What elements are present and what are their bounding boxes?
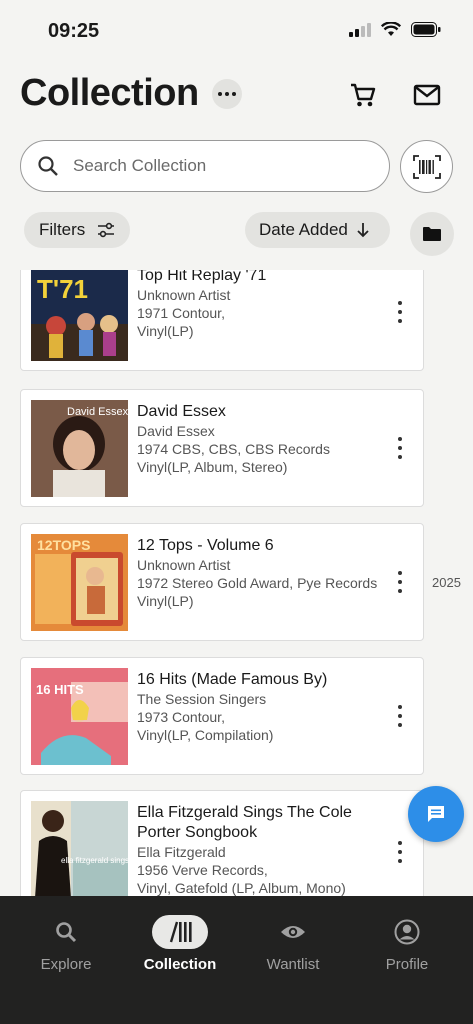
svg-text:12TOPS: 12TOPS [37, 537, 90, 553]
svg-text:T'71: T'71 [37, 274, 88, 304]
more-options-button[interactable] [212, 79, 242, 109]
cart-button[interactable] [346, 78, 380, 112]
album-cover[interactable]: David Essex [31, 400, 128, 497]
page-title: Collection [20, 72, 199, 114]
record-title: 12 Tops - Volume 6 [137, 537, 274, 554]
record-info: Top Hit Replay '71 Unknown Artist 1971 C… [137, 270, 391, 340]
status-icons [349, 22, 441, 37]
barcode-scan-button[interactable] [400, 140, 453, 193]
svg-text:David Essex: David Essex [67, 406, 128, 418]
chat-button[interactable] [408, 786, 464, 842]
record-menu-button[interactable] [393, 435, 407, 461]
filters-button[interactable]: Filters [24, 212, 130, 248]
battery-icon [411, 22, 441, 37]
search-icon [56, 922, 77, 943]
bottom-tab-bar: Explore Collection Wantlist Profile [0, 896, 473, 1024]
year-scroll-label: 2025 [432, 575, 461, 590]
sort-label: Date Added [259, 220, 348, 239]
arrow-down-icon [357, 223, 369, 238]
record-card[interactable]: T'71 Top Hit Replay '71 Unknown Artist 1… [20, 270, 424, 371]
record-artist: Unknown Artist [137, 287, 231, 303]
status-bar: 09:25 [0, 0, 473, 60]
record-menu-button[interactable] [393, 299, 407, 325]
search-icon [38, 156, 58, 176]
signal-icon [349, 22, 371, 37]
tab-wantlist[interactable]: Wantlist [238, 914, 348, 973]
tab-label: Collection [143, 956, 217, 973]
tab-collection[interactable]: Collection [125, 914, 235, 973]
record-info: 12 Tops - Volume 6 Unknown Artist 1972 S… [137, 536, 391, 610]
record-release: 1974 CBS, CBS, CBS Records [137, 441, 330, 457]
record-format: Vinyl(LP) [137, 323, 194, 339]
sort-button[interactable]: Date Added [245, 212, 390, 248]
record-format: Vinyl, Gatefold (LP, Album, Mono) [137, 880, 346, 896]
svg-text:ella fitzgerald sings: ella fitzgerald sings [61, 856, 128, 865]
search-input[interactable] [73, 151, 373, 181]
album-cover[interactable]: T'71 [31, 270, 128, 361]
collection-icon [169, 921, 192, 943]
cart-icon [351, 83, 376, 107]
filters-label: Filters [39, 220, 86, 239]
profile-icon [394, 919, 420, 945]
sliders-icon [98, 222, 115, 238]
record-card[interactable]: 16 HITS 16 Hits (Made Famous By) The Ses… [20, 657, 424, 775]
folder-icon [423, 227, 441, 241]
messages-button[interactable] [410, 78, 444, 112]
record-menu-button[interactable] [393, 569, 407, 595]
folder-button[interactable] [410, 212, 454, 256]
tab-label: Profile [385, 956, 429, 973]
record-title: Ella Fitzgerald Sings The Cole Porter So… [137, 804, 352, 841]
collection-list[interactable]: T'71 Top Hit Replay '71 Unknown Artist 1… [0, 270, 473, 896]
record-format: Vinyl(LP) [137, 593, 194, 609]
record-artist: Ella Fitzgerald [137, 844, 226, 860]
album-cover[interactable]: 16 HITS [31, 668, 128, 765]
tab-profile[interactable]: Profile [352, 914, 462, 973]
tab-explore[interactable]: Explore [11, 914, 121, 973]
record-card[interactable]: ella fitzgerald sings Ella Fitzgerald Si… [20, 790, 424, 896]
record-card[interactable]: 12TOPS 12 Tops - Volume 6 Unknown Artist… [20, 523, 424, 641]
status-time: 09:25 [48, 20, 100, 42]
chat-icon [428, 806, 444, 822]
record-format: Vinyl(LP, Compilation) [137, 727, 274, 743]
eye-icon [281, 926, 305, 938]
album-cover[interactable]: 12TOPS [31, 534, 128, 631]
record-info: 16 Hits (Made Famous By) The Session Sin… [137, 670, 391, 744]
svg-text:16 HITS: 16 HITS [36, 682, 84, 697]
record-title: 16 Hits (Made Famous By) [137, 671, 328, 688]
record-info: Ella Fitzgerald Sings The Cole Porter So… [137, 803, 391, 896]
record-artist: The Session Singers [137, 691, 267, 707]
record-title: David Essex [137, 403, 226, 420]
tab-label: Wantlist [266, 956, 320, 973]
search-bar[interactable] [20, 140, 390, 192]
record-title: Top Hit Replay '71 [137, 270, 267, 284]
collection-header: Collection Filters [0, 60, 473, 270]
record-release: 1956 Verve Records, [137, 862, 268, 878]
record-release: 1971 Contour, [137, 305, 225, 321]
record-artist: Unknown Artist [137, 557, 231, 573]
album-cover[interactable]: ella fitzgerald sings [31, 801, 128, 896]
record-card[interactable]: David Essex David Essex David Essex 1974… [20, 389, 424, 507]
mail-icon [413, 84, 441, 106]
tab-label: Explore [40, 956, 92, 973]
record-release: 1973 Contour, [137, 709, 225, 725]
record-menu-button[interactable] [393, 703, 407, 729]
record-menu-button[interactable] [393, 839, 407, 865]
record-info: David Essex David Essex 1974 CBS, CBS, C… [137, 402, 391, 476]
record-artist: David Essex [137, 423, 215, 439]
wifi-icon [381, 22, 401, 36]
record-release: 1972 Stereo Gold Award, Pye Records [137, 575, 378, 591]
record-format: Vinyl(LP, Album, Stereo) [137, 459, 288, 475]
barcode-icon [412, 154, 441, 179]
